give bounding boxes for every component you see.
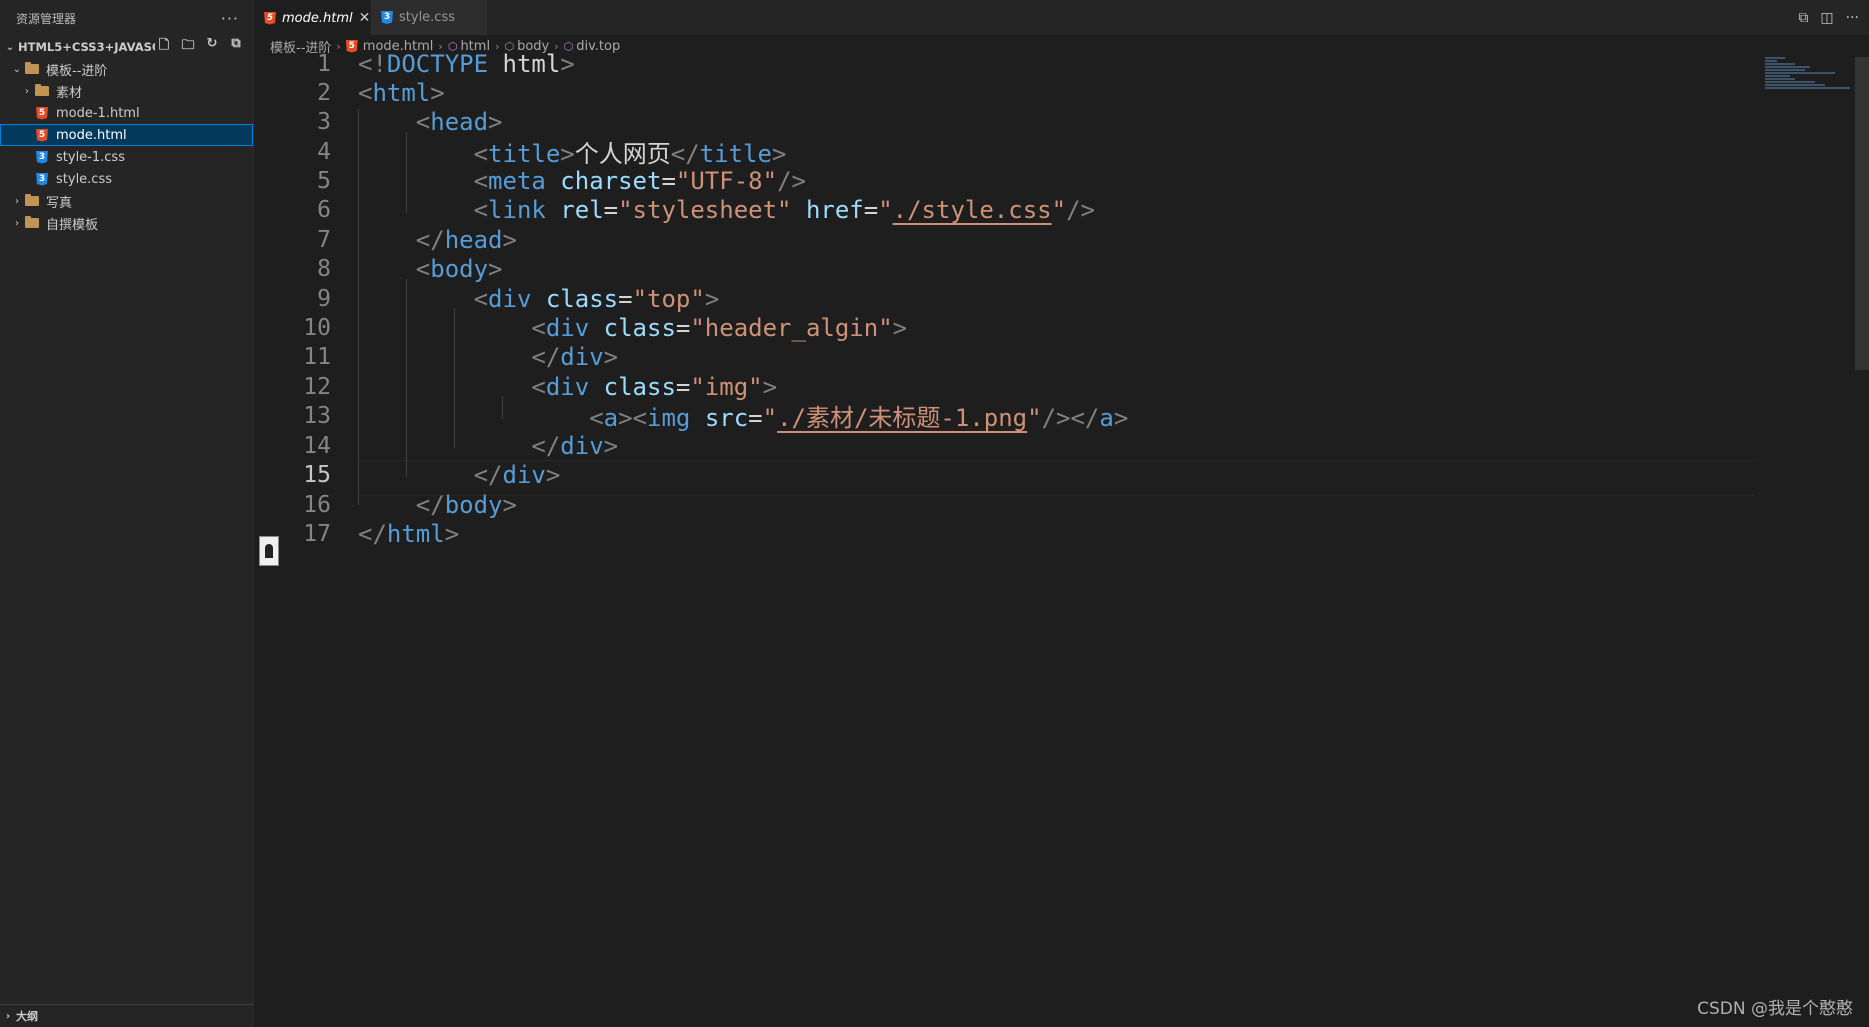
css-file-icon: 3	[36, 150, 48, 164]
folder-icon	[25, 194, 39, 206]
tree-file-mode-html[interactable]: 5 mode.html	[0, 124, 253, 146]
open-preview-icon[interactable]: ⧉	[1798, 10, 1808, 26]
outline-label: 大纲	[16, 1010, 38, 1023]
more-actions-icon[interactable]: ···	[221, 9, 239, 28]
tab-label: style.css	[399, 10, 455, 25]
html-file-icon: 5	[264, 11, 276, 25]
chevron-right-icon: ›	[25, 85, 29, 97]
tree-folder-zizhuan[interactable]: › 自撰模板	[0, 212, 253, 234]
file-tree: ⌄ 模板--进阶 › 素材 5 mode-1.html 5 mode.html …	[0, 58, 253, 234]
watermark: CSDN @我是个憨憨	[1697, 999, 1853, 1019]
tree-folder-xiezhen[interactable]: › 写真	[0, 190, 253, 212]
code-line: 17 </html>	[303, 519, 460, 548]
folder-open-icon	[25, 62, 39, 74]
editor-actions: ⧉ ◫ ···	[1798, 0, 1859, 35]
split-editor-icon[interactable]: ◫	[1820, 10, 1833, 26]
minimap[interactable]	[1765, 57, 1855, 97]
css-file-icon: 3	[381, 11, 393, 24]
tree-item-label: 素材	[56, 85, 83, 101]
new-file-icon[interactable]: 🗋	[155, 36, 173, 58]
tree-folder-sucai[interactable]: › 素材	[0, 80, 253, 102]
code-editor[interactable]: 1 <!DOCTYPE html> 2 <html> 3 <head> 4 <t…	[254, 50, 1869, 1027]
tab-mode-html[interactable]: 5 mode.html ✕	[254, 0, 371, 35]
chevron-right-icon: ›	[15, 195, 19, 207]
folder-icon	[25, 216, 39, 228]
outline-section-header[interactable]: › 大纲	[0, 1004, 253, 1027]
tree-file-style-css[interactable]: 3 style.css	[0, 168, 253, 190]
workspace-actions: 🗋 🗀 ↻ ⧉	[155, 36, 253, 58]
tree-item-label: style-1.css	[56, 149, 125, 165]
tree-file-style-1-css[interactable]: 3 style-1.css	[0, 146, 253, 168]
folder-icon	[35, 84, 49, 96]
tab-label: mode.html	[282, 10, 353, 26]
refresh-icon[interactable]: ↻	[203, 36, 221, 58]
chevron-right-icon: ›	[5, 1010, 11, 1022]
editor-group: 5 mode.html ✕ 3 style.css ⧉ ◫ ··· 模板--进阶…	[254, 0, 1869, 1027]
vscode-window: 资源管理器 ··· ⌄ HTML5+CSS3+JAVASCRI... 🗋 🗀 ↻…	[0, 0, 1869, 1027]
tree-file-mode-1-html[interactable]: 5 mode-1.html	[0, 102, 253, 124]
explorer-sidebar: 资源管理器 ··· ⌄ HTML5+CSS3+JAVASCRI... 🗋 🗀 ↻…	[0, 0, 254, 1027]
html-file-icon: 5	[36, 106, 48, 120]
collapse-all-icon[interactable]: ⧉	[227, 36, 245, 58]
explorer-header: 资源管理器 ···	[0, 0, 253, 36]
tree-item-label: style.css	[56, 171, 112, 187]
vertical-scrollbar[interactable]	[1855, 57, 1869, 370]
close-icon[interactable]: ✕	[359, 10, 371, 26]
tree-item-label: 自撰模板	[46, 217, 99, 233]
tree-item-label: 写真	[46, 195, 73, 211]
tab-style-css[interactable]: 3 style.css	[371, 0, 488, 35]
workspace-name: HTML5+CSS3+JAVASCRI...	[18, 40, 155, 54]
workspace-header[interactable]: ⌄ HTML5+CSS3+JAVASCRI... 🗋 🗀 ↻ ⧉	[0, 36, 253, 58]
file-link[interactable]: ./style.css	[893, 196, 1052, 224]
more-actions-icon[interactable]: ···	[1846, 10, 1859, 26]
explorer-title: 资源管理器	[16, 11, 77, 26]
tree-item-label: 模板--进阶	[46, 63, 108, 79]
new-folder-icon[interactable]: 🗀	[179, 36, 197, 58]
chevron-down-icon: ⌄	[12, 63, 22, 75]
css-file-icon: 3	[36, 172, 48, 186]
tree-item-label: mode.html	[56, 127, 127, 143]
chevron-down-icon: ⌄	[5, 41, 15, 53]
html-file-icon: 5	[36, 128, 48, 142]
chevron-right-icon: ›	[15, 217, 19, 229]
tree-item-label: mode-1.html	[56, 105, 140, 121]
tab-bar: 5 mode.html ✕ 3 style.css ⧉ ◫ ···	[254, 0, 1869, 35]
tree-folder-template[interactable]: ⌄ 模板--进阶	[0, 58, 253, 80]
